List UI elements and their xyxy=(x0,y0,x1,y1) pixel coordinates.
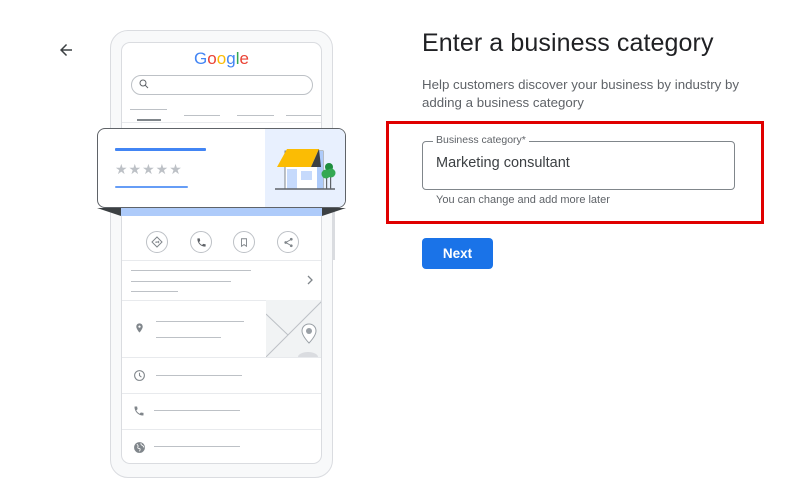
mini-search-bar xyxy=(131,75,313,95)
divider xyxy=(122,429,321,430)
mini-actions-row xyxy=(122,231,321,263)
divider xyxy=(122,122,321,123)
page-title: Enter a business category xyxy=(422,29,714,57)
clock-icon xyxy=(132,368,146,382)
business-category-input[interactable] xyxy=(436,155,716,171)
placeholder-line xyxy=(131,270,251,271)
arrow-left-icon xyxy=(60,44,72,56)
mini-tab xyxy=(130,109,167,110)
business-card-illustration: ★★★★★ xyxy=(97,128,346,208)
business-category-label: Business category* xyxy=(433,134,529,146)
storefront-panel xyxy=(265,129,345,207)
placeholder-line xyxy=(131,281,231,282)
placeholder-line xyxy=(156,375,242,376)
card-band xyxy=(121,208,322,216)
google-logo: Google xyxy=(194,49,249,68)
phone-icon xyxy=(190,231,212,253)
directions-icon xyxy=(146,231,168,253)
phone-icon xyxy=(132,404,146,418)
page-subtitle: Help customers discover your business by… xyxy=(422,77,740,110)
storefront-icon xyxy=(275,149,336,190)
divider xyxy=(122,393,321,394)
category-line xyxy=(115,186,188,188)
search-icon xyxy=(139,79,149,89)
mini-tab xyxy=(286,115,321,116)
divider xyxy=(122,260,321,261)
divider xyxy=(122,357,321,358)
placeholder-line xyxy=(156,337,221,338)
card-fold-left xyxy=(97,208,121,216)
helper-text: You can change and add more later xyxy=(436,194,610,206)
business-category-field[interactable]: Business category* xyxy=(422,134,735,190)
chevron-right-icon xyxy=(307,275,313,285)
back-button[interactable] xyxy=(54,38,78,62)
placeholder-line xyxy=(154,446,240,447)
share-icon xyxy=(277,231,299,253)
next-button[interactable]: Next xyxy=(422,238,493,269)
mini-tab xyxy=(184,115,220,116)
phone-screen: Google xyxy=(121,42,322,464)
placeholder-line xyxy=(131,291,178,292)
business-name-line xyxy=(115,148,206,151)
placeholder-line xyxy=(156,321,244,322)
card-fold-right xyxy=(322,208,346,216)
placeholder-line xyxy=(154,410,240,411)
mini-tab xyxy=(237,115,274,116)
map-thumbnail xyxy=(266,300,321,357)
globe-icon xyxy=(132,440,146,454)
bookmark-icon xyxy=(233,231,255,253)
rating-stars: ★★★★★ xyxy=(115,161,183,177)
mini-tab-active xyxy=(137,119,161,121)
location-pin-icon xyxy=(132,321,146,335)
